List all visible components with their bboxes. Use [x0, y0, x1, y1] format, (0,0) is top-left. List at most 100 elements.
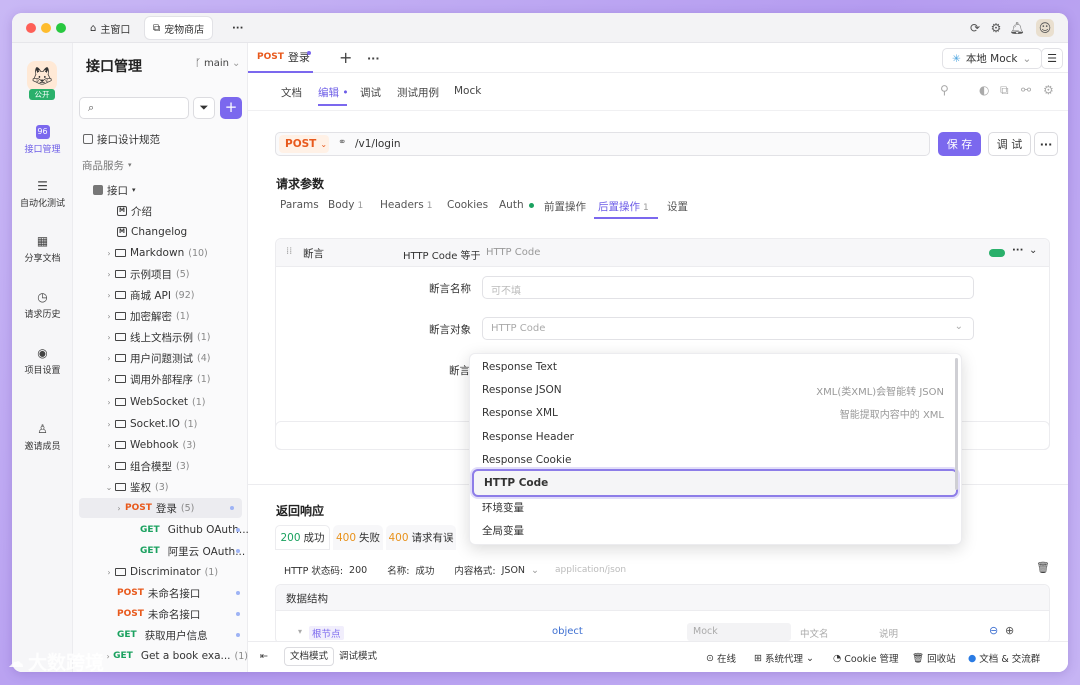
- subtab-mock[interactable]: Mock: [454, 85, 481, 97]
- tree-item-changelog[interactable]: M Changelog: [73, 222, 248, 242]
- collapse-chevron-icon[interactable]: ⌄: [1029, 245, 1037, 256]
- assertion-target-select[interactable]: HTTP Code ⌄: [482, 317, 974, 340]
- tree-folder[interactable]: › Markdown (10): [73, 243, 248, 263]
- tree-group-product[interactable]: 商品服务 ▾: [73, 155, 248, 175]
- tree-item-unnamed[interactable]: POST 未命名接口: [73, 604, 248, 624]
- tab-more-button[interactable]: ···: [367, 52, 380, 65]
- tree-folder[interactable]: › 用户问题测试 (4): [73, 348, 248, 368]
- save-button[interactable]: 保 存: [938, 132, 981, 156]
- tree-folder[interactable]: › 示例项目 (5): [73, 264, 248, 284]
- more-tabs-button[interactable]: ···: [224, 17, 251, 39]
- new-tab-button[interactable]: +: [339, 48, 352, 67]
- rail-item-settings[interactable]: ◉ 项目设置: [12, 346, 73, 376]
- param-tab-params[interactable]: Params: [280, 199, 319, 211]
- tree-item-aliyun-oauth[interactable]: GET 阿里云 OAuth...: [73, 541, 248, 561]
- enable-toggle[interactable]: [989, 249, 1005, 257]
- dropdown-option[interactable]: Response Text: [482, 356, 952, 378]
- param-tab-post-ops[interactable]: 后置操作 1: [598, 199, 649, 214]
- doc-mode-button[interactable]: 文档模式: [284, 647, 335, 666]
- subtab-docs[interactable]: 文档: [281, 85, 302, 100]
- param-tab-headers[interactable]: Headers 1: [380, 199, 432, 211]
- tree-item-github-oauth[interactable]: GET Github OAuth...: [73, 520, 249, 540]
- minimize-window-button[interactable]: [41, 23, 51, 33]
- more-actions-button[interactable]: ···: [1034, 132, 1058, 156]
- rail-item-share-docs[interactable]: ▦ 分享文档: [12, 234, 73, 264]
- tree-folder[interactable]: › WebSocket (1): [73, 392, 248, 412]
- docs-community[interactable]: ● 文档 & 交流群: [968, 651, 1040, 666]
- tree-item-get-user[interactable]: GET 获取用户信息: [73, 625, 248, 645]
- tree-item-unnamed[interactable]: POST 未命名接口: [73, 583, 248, 603]
- tree-item-spec[interactable]: 接口设计规范: [73, 129, 248, 149]
- tab-login[interactable]: POST 登录: [248, 43, 313, 73]
- subtab-test-cases[interactable]: 测试用例: [397, 85, 439, 100]
- dropdown-option[interactable]: Response Cookie: [482, 449, 952, 471]
- assertion-name-input[interactable]: 可不填: [482, 276, 974, 299]
- cookie-manager[interactable]: ◔ Cookie 管理: [833, 651, 899, 666]
- response-tab-400[interactable]: 400 失败: [333, 525, 383, 550]
- add-button[interactable]: +: [220, 97, 242, 119]
- bell-icon[interactable]: 🔔︎: [1009, 20, 1025, 36]
- avatar[interactable]: ☺: [1036, 19, 1054, 37]
- tree-folder[interactable]: › 调用外部程序 (1): [73, 369, 248, 389]
- settings-icon[interactable]: ⚙: [1043, 83, 1054, 97]
- dropdown-scrollbar[interactable]: [955, 358, 958, 490]
- tree-folder[interactable]: › 商城 API (92): [73, 285, 248, 305]
- share-icon[interactable]: ⚯: [1021, 83, 1031, 97]
- tree-folder[interactable]: › Webhook (3): [73, 435, 248, 455]
- dropdown-option[interactable]: Response Header: [482, 426, 952, 448]
- collapse-sidebar-icon[interactable]: ⇤: [260, 651, 268, 662]
- branch-selector[interactable]: ᚴ main ⌄: [195, 58, 240, 69]
- response-tab-400-bad-request[interactable]: 400 请求有误: [386, 525, 456, 550]
- tree-folder[interactable]: › 线上文档示例 (1): [73, 327, 248, 347]
- url-path-input[interactable]: /v1/login: [355, 138, 401, 150]
- param-tab-settings[interactable]: 设置: [667, 199, 688, 214]
- copy-icon[interactable]: ⧉: [1000, 83, 1009, 98]
- theme-icon[interactable]: ◐: [979, 83, 989, 97]
- tree-folder[interactable]: › 组合模型 (3): [73, 456, 248, 476]
- drag-handle-icon[interactable]: ⁞⁞: [286, 246, 292, 257]
- recycle-bin[interactable]: 🗑︎ 回收站: [912, 651, 956, 666]
- subtab-edit[interactable]: 编辑 •: [318, 85, 349, 100]
- dropdown-option[interactable]: 全局变量: [482, 519, 952, 541]
- online-status[interactable]: ⊙ 在线: [706, 651, 736, 666]
- tree-folder[interactable]: › 加密解密 (1): [73, 306, 248, 326]
- method-selector[interactable]: POST ⌄: [279, 135, 329, 153]
- environment-menu-button[interactable]: ☰: [1041, 48, 1063, 69]
- rail-item-automation[interactable]: ☰ 自动化测试: [12, 179, 73, 209]
- tree-folder-auth[interactable]: ⌄ 鉴权 (3): [73, 477, 248, 497]
- tree-folder[interactable]: › Discriminator (1): [73, 562, 248, 582]
- debug-mode-button[interactable]: 调试模式: [336, 647, 380, 666]
- magic-icon[interactable]: ⚲: [940, 83, 949, 97]
- dropdown-option[interactable]: Response XML 智能提取内容中的 XML: [482, 402, 952, 424]
- rail-item-invite[interactable]: ♙ 邀请成员: [12, 422, 73, 452]
- param-tab-auth[interactable]: Auth: [499, 199, 534, 211]
- dropdown-option-selected[interactable]: HTTP Code: [472, 469, 958, 497]
- search-input[interactable]: ⌕: [79, 97, 189, 119]
- trash-icon[interactable]: 🗑︎: [1036, 561, 1050, 574]
- debug-button[interactable]: 调 试: [988, 132, 1031, 156]
- tab-main-window[interactable]: ⌂ 主窗口: [82, 17, 138, 39]
- tree-folder[interactable]: › Socket.IO (1): [73, 414, 248, 434]
- plus-circle-icon[interactable]: ⊕: [1005, 624, 1014, 637]
- param-tab-pre-ops[interactable]: 前置操作: [544, 199, 586, 214]
- environment-selector[interactable]: ✳ 本地 Mock ⌄: [942, 48, 1042, 69]
- filter-button[interactable]: ⏷: [193, 97, 215, 119]
- refresh-icon[interactable]: ⟳: [967, 20, 983, 36]
- gear-icon[interactable]: ⚙: [988, 20, 1004, 36]
- assertion-more-button[interactable]: ···: [1012, 245, 1023, 256]
- tab-pet-store[interactable]: ⧉ 宠物商店: [145, 17, 213, 39]
- subtab-debug[interactable]: 调试: [360, 85, 381, 100]
- tree-root-api[interactable]: 接口 ▾: [73, 180, 248, 200]
- system-proxy[interactable]: ⊞ 系统代理 ⌄: [754, 651, 814, 666]
- dropdown-option[interactable]: Response JSON XML(类XML)会智能转 JSON: [482, 379, 952, 401]
- project-logo[interactable]: 🦊︎: [27, 61, 57, 91]
- rail-item-history[interactable]: ◷ 请求历史: [12, 290, 73, 320]
- close-window-button[interactable]: [26, 23, 36, 33]
- chevron-down-icon[interactable]: ▾: [298, 627, 302, 636]
- maximize-window-button[interactable]: [56, 23, 66, 33]
- tree-item-login[interactable]: › POST 登录 (5): [79, 498, 242, 518]
- tree-item-intro[interactable]: M 介绍: [73, 201, 248, 221]
- dropdown-option[interactable]: 环境变量: [482, 496, 952, 518]
- rail-item-api[interactable]: 96 接口管理: [12, 125, 73, 155]
- param-tab-body[interactable]: Body 1: [328, 199, 363, 211]
